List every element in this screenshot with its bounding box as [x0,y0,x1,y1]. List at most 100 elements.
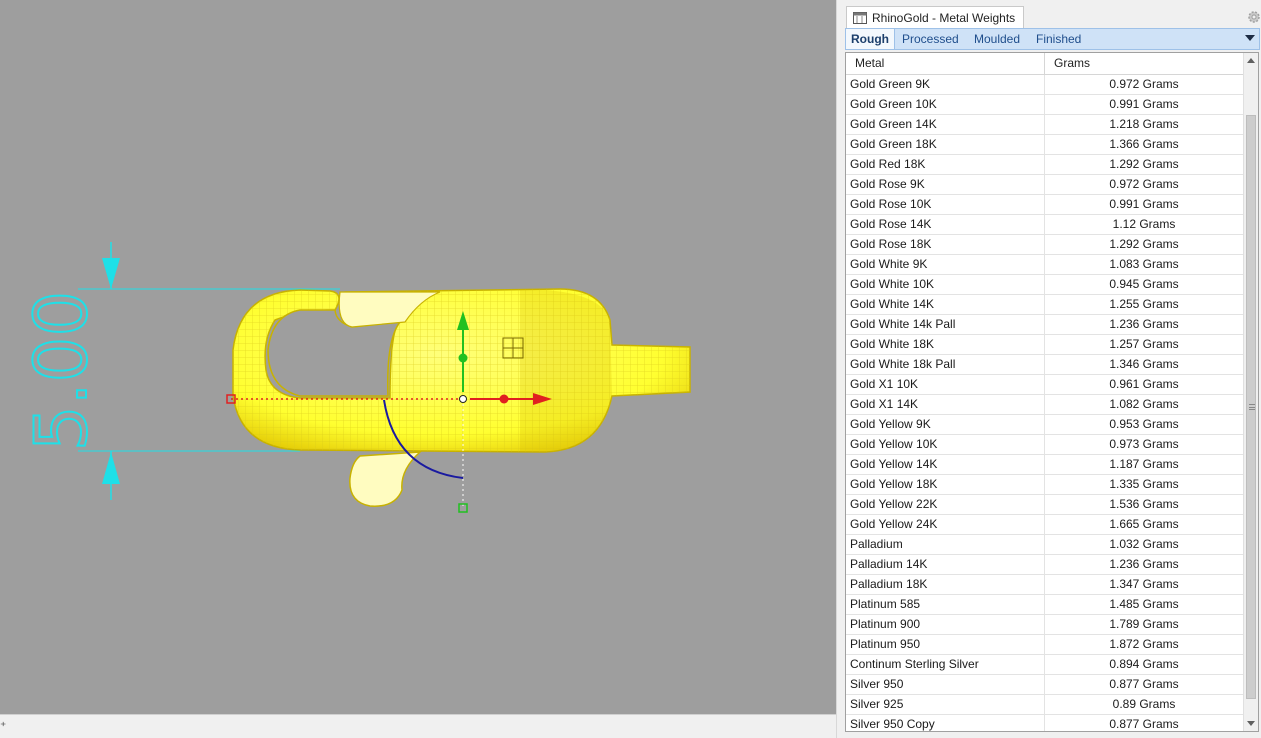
panel-splitter[interactable] [836,0,844,738]
cell-metal-name: Silver 950 Copy [846,715,1045,731]
gumball-x-handle[interactable] [499,394,509,404]
cell-grams-value: 1.187 Grams [1045,455,1244,474]
cell-grams-value: 1.366 Grams [1045,135,1244,154]
cell-metal-name: Gold White 14K [846,295,1045,314]
table-row[interactable]: Gold Yellow 10K 0.973 Grams [846,435,1244,455]
table-row[interactable]: Palladium 18K 1.347 Grams [846,575,1244,595]
table-row[interactable]: Gold Yellow 14K 1.187 Grams [846,455,1244,475]
cell-grams-value: 1.236 Grams [1045,555,1244,574]
table-row[interactable]: Gold Yellow 18K 1.335 Grams [846,475,1244,495]
cell-metal-name: Gold White 18k Pall [846,355,1045,374]
tab-finished[interactable]: Finished [1036,29,1081,49]
cell-grams-value: 1.665 Grams [1045,515,1244,534]
table-row[interactable]: Platinum 950 1.872 Grams [846,635,1244,655]
cell-metal-name: Gold X1 10K [846,375,1045,394]
clasp-thumb-tab [349,451,423,507]
gumball-origin[interactable] [459,395,467,403]
window-icon [853,11,867,24]
table-row[interactable]: Gold White 10K 0.945 Grams [846,275,1244,295]
table-row[interactable]: Gold White 18K 1.257 Grams [846,335,1244,355]
column-header-metal[interactable]: Metal [846,53,1045,74]
table-row[interactable]: Palladium 1.032 Grams [846,535,1244,555]
cell-grams-value: 1.789 Grams [1045,615,1244,634]
cell-metal-name: Gold Yellow 18K [846,475,1045,494]
cell-metal-name: Gold Rose 10K [846,195,1045,214]
cell-metal-name: Platinum 900 [846,615,1045,634]
cell-grams-value: 0.877 Grams [1045,715,1244,731]
table-row[interactable]: Gold Rose 9K 0.972 Grams [846,175,1244,195]
scroll-down-arrow-icon[interactable] [1247,721,1255,726]
column-header-grams[interactable]: Grams [1045,53,1244,74]
cell-metal-name: Palladium 18K [846,575,1045,594]
table-row[interactable]: Gold White 18k Pall 1.346 Grams [846,355,1244,375]
cell-grams-value: 1.872 Grams [1045,635,1244,654]
table-row[interactable]: Silver 950 0.877 Grams [846,675,1244,695]
table-row[interactable]: Platinum 585 1.485 Grams [846,595,1244,615]
vertical-scrollbar[interactable] [1243,53,1258,731]
table-row[interactable]: Gold Rose 18K 1.292 Grams [846,235,1244,255]
tab-rough[interactable]: Rough [846,29,895,49]
cell-grams-value: 0.972 Grams [1045,75,1244,94]
cell-metal-name: Gold Green 9K [846,75,1045,94]
table-row[interactable]: Silver 925 0.89 Grams [846,695,1244,715]
tab-processed[interactable]: Processed [902,29,959,49]
cell-grams-value: 1.257 Grams [1045,335,1244,354]
table-body: Gold Green 9K 0.972 Grams Gold Green 10K 0.… [846,75,1244,731]
table-row[interactable]: Palladium 14K 1.236 Grams [846,555,1244,575]
cell-metal-name: Platinum 585 [846,595,1045,614]
table-row[interactable]: Gold Yellow 24K 1.665 Grams [846,515,1244,535]
viewport-statusbar: ⁺ [0,714,838,738]
table-row[interactable]: Silver 950 Copy 0.877 Grams [846,715,1244,731]
table-row[interactable]: Continum Sterling Silver 0.894 Grams [846,655,1244,675]
dimension-arrow-bottom [102,452,120,484]
statusbar-grip[interactable]: ⁺ [0,719,6,733]
cell-grams-value: 1.485 Grams [1045,595,1244,614]
cell-grams-value: 1.083 Grams [1045,255,1244,274]
cell-grams-value: 0.991 Grams [1045,95,1244,114]
cell-metal-name: Platinum 950 [846,635,1045,654]
table-row[interactable]: Gold Red 18K 1.292 Grams [846,155,1244,175]
dimension-value: 5.00 [19,291,103,451]
metal-weights-table: Metal Grams Gold Green 9K 0.972 Grams Gold… [845,52,1259,732]
table-header: Metal Grams [846,53,1244,75]
scrollbar-grip-icon [1249,404,1255,410]
scroll-up-arrow-icon[interactable] [1247,58,1255,63]
cell-metal-name: Gold White 18K [846,335,1045,354]
viewport-canvas[interactable]: 5.00 [0,0,836,714]
scrollbar-thumb[interactable] [1246,115,1256,699]
cell-metal-name: Palladium 14K [846,555,1045,574]
table-row[interactable]: Platinum 900 1.789 Grams [846,615,1244,635]
table-row[interactable]: Gold X1 10K 0.961 Grams [846,375,1244,395]
table-row[interactable]: Gold Green 14K 1.218 Grams [846,115,1244,135]
table-row[interactable]: Gold Yellow 9K 0.953 Grams [846,415,1244,435]
panel-title-tab[interactable]: RhinoGold - Metal Weights [846,6,1025,28]
cell-grams-value: 0.953 Grams [1045,415,1244,434]
cell-grams-value: 1.536 Grams [1045,495,1244,514]
table-row[interactable]: Gold White 14K 1.255 Grams [846,295,1244,315]
table-row[interactable]: Gold White 14k Pall 1.236 Grams [846,315,1244,335]
cell-grams-value: 0.972 Grams [1045,175,1244,194]
table-row[interactable]: Gold Green 10K 0.991 Grams [846,95,1244,115]
cell-grams-value: 0.973 Grams [1045,435,1244,454]
tab-moulded[interactable]: Moulded [974,29,1020,49]
dimension-arrow-top [102,258,120,289]
cell-grams-value: 1.255 Grams [1045,295,1244,314]
clasp-shading [520,289,612,452]
table-row[interactable]: Gold White 9K 1.083 Grams [846,255,1244,275]
table-row[interactable]: Gold Yellow 22K 1.536 Grams [846,495,1244,515]
cell-metal-name: Continum Sterling Silver [846,655,1045,674]
triangle-down-icon[interactable] [1245,35,1255,41]
table-row[interactable]: Gold Rose 14K 1.12 Grams [846,215,1244,235]
table-row[interactable]: Gold X1 14K 1.082 Grams [846,395,1244,415]
gumball-y-handle[interactable] [458,353,468,363]
cell-grams-value: 1.218 Grams [1045,115,1244,134]
cell-grams-value: 1.12 Grams [1045,215,1244,234]
cell-metal-name: Gold Yellow 22K [846,495,1045,514]
gear-icon[interactable] [1247,10,1261,24]
cell-grams-value: 0.894 Grams [1045,655,1244,674]
table-row[interactable]: Gold Rose 10K 0.991 Grams [846,195,1244,215]
table-row[interactable]: Gold Green 9K 0.972 Grams [846,75,1244,95]
table-row[interactable]: Gold Green 18K 1.366 Grams [846,135,1244,155]
3d-viewport[interactable]: 5.00 [0,0,836,714]
cell-grams-value: 0.961 Grams [1045,375,1244,394]
